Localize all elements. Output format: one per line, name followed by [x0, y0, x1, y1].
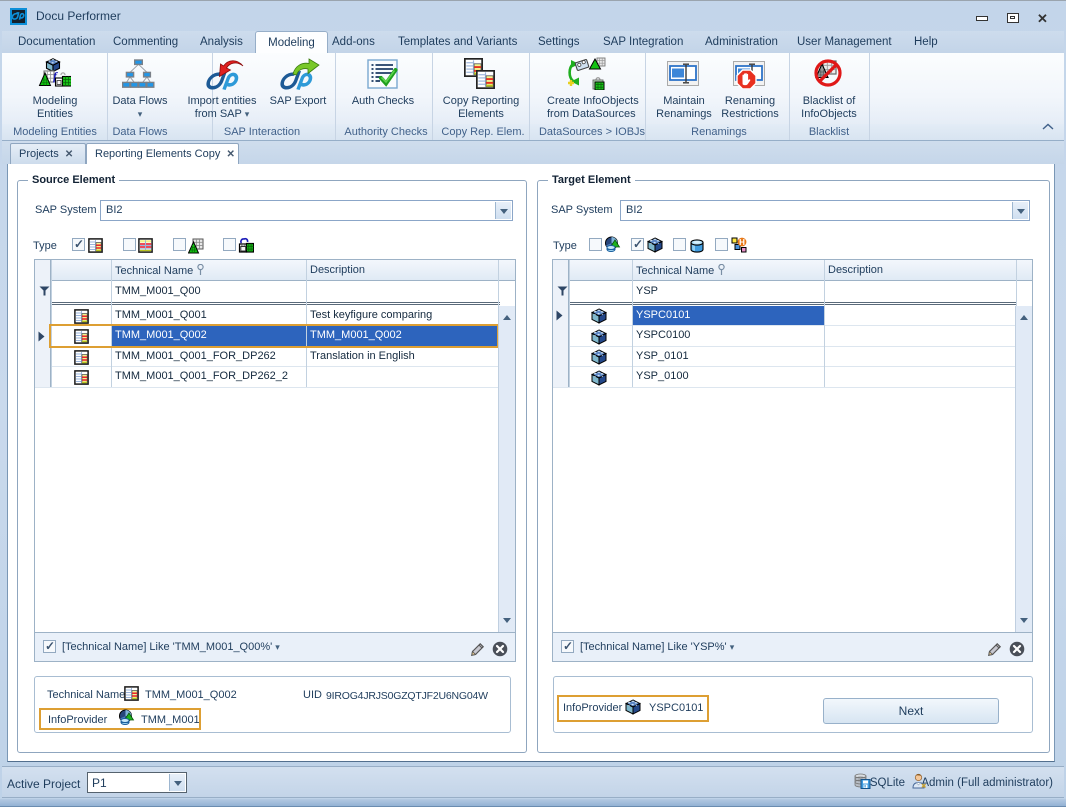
svg-text:H: H — [739, 238, 745, 247]
